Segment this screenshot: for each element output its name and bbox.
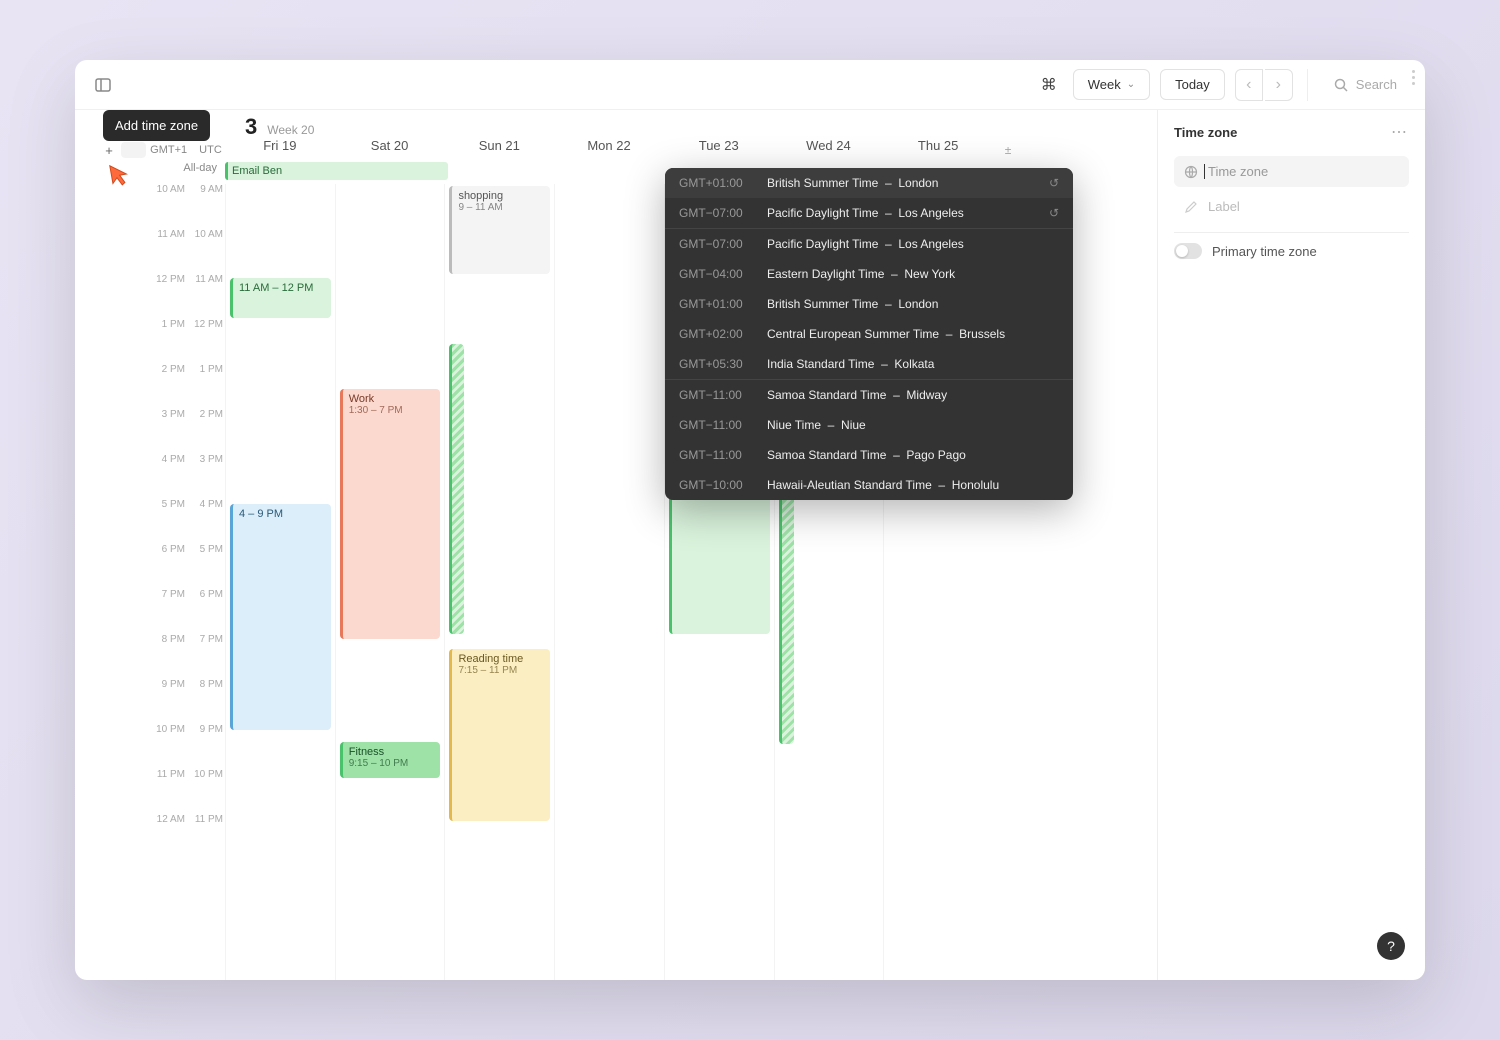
timezone-option[interactable]: GMT+01:00British Summer Time – London↺ bbox=[665, 168, 1073, 198]
app-window: ⌘ Week ⌄ Today ‹ › Search 3 Week 20 Add bbox=[75, 60, 1425, 980]
chevron-down-icon: ⌄ bbox=[1127, 79, 1135, 90]
tz-col-2[interactable]: UTC bbox=[199, 144, 222, 156]
time-label: 10 AM bbox=[145, 184, 185, 195]
tz-new-pill[interactable] bbox=[121, 142, 146, 158]
event[interactable]: 4 – 9 PM bbox=[230, 504, 331, 730]
day-header[interactable]: Wed 24 bbox=[774, 138, 884, 162]
date-week: Week 20 bbox=[267, 123, 314, 137]
time-label: 9 PM bbox=[187, 724, 223, 735]
time-label: 12 AM bbox=[145, 814, 185, 825]
window-dots-icon bbox=[1412, 70, 1415, 85]
allday-event[interactable]: Email Ben bbox=[225, 162, 448, 180]
timezone-dropdown: GMT+01:00British Summer Time – London↺GM… bbox=[665, 168, 1073, 500]
time-label: 2 PM bbox=[145, 364, 185, 375]
allday-label: All-day bbox=[75, 162, 225, 182]
command-icon[interactable]: ⌘ bbox=[1035, 69, 1063, 101]
timezone-option[interactable]: GMT−10:00Hawaii-Aleutian Standard Time –… bbox=[665, 470, 1073, 500]
sidebar-toggle-button[interactable] bbox=[91, 73, 115, 97]
day-col-sat[interactable]: Work1:30 – 7 PM Fitness9:15 – 10 PM bbox=[335, 184, 445, 980]
time-label: 5 PM bbox=[145, 499, 185, 510]
day-header[interactable]: Mon 22 bbox=[554, 138, 664, 162]
date-day: 3 bbox=[245, 114, 257, 140]
day-col-sun[interactable]: shopping9 – 11 AM Reading time7:15 – 11 … bbox=[444, 184, 554, 980]
tz-controls: + GMT+1 UTC bbox=[75, 138, 225, 162]
next-button[interactable]: › bbox=[1265, 69, 1293, 101]
event[interactable]: Work1:30 – 7 PM bbox=[340, 389, 441, 639]
timezone-option[interactable]: GMT−11:00Samoa Standard Time – Midway bbox=[665, 380, 1073, 410]
event[interactable]: Reading time7:15 – 11 PM bbox=[449, 649, 550, 821]
event[interactable]: 11 AM – 12 PM bbox=[230, 278, 331, 318]
event-striped[interactable] bbox=[449, 344, 464, 634]
time-label: 5 PM bbox=[187, 544, 223, 555]
time-label: 10 PM bbox=[145, 724, 185, 735]
timezone-option[interactable]: GMT+05:30India Standard Time – Kolkata bbox=[665, 349, 1073, 379]
view-label: Week bbox=[1088, 77, 1121, 92]
day-col-fri[interactable]: 11 AM – 12 PM 4 – 9 PM bbox=[225, 184, 335, 980]
day-header[interactable]: Fri 19 bbox=[225, 138, 335, 162]
prev-button[interactable]: ‹ bbox=[1235, 69, 1263, 101]
tz-col-1[interactable]: GMT+1 bbox=[150, 144, 187, 156]
timezone-option[interactable]: GMT−07:00Pacific Daylight Time – Los Ang… bbox=[665, 229, 1073, 259]
add-timezone-tooltip: Add time zone bbox=[103, 110, 210, 141]
side-panel: Time zone ⋯ Time zone Label Primary time… bbox=[1157, 110, 1425, 980]
time-label: 9 PM bbox=[145, 679, 185, 690]
time-label: 1 PM bbox=[145, 319, 185, 330]
primary-tz-toggle[interactable]: Primary time zone bbox=[1174, 243, 1409, 259]
panel-more-button[interactable]: ⋯ bbox=[1391, 122, 1409, 142]
time-label: 11 PM bbox=[187, 814, 223, 825]
timezone-option[interactable]: GMT−04:00Eastern Daylight Time – New Yor… bbox=[665, 259, 1073, 289]
event[interactable]: shopping9 – 11 AM bbox=[449, 186, 550, 274]
time-label: 6 PM bbox=[145, 544, 185, 555]
columns-header: + GMT+1 UTC Fri 19Sat 20Sun 21Mon 22Tue … bbox=[75, 138, 1023, 162]
timezone-option[interactable]: GMT−11:00Niue Time – Niue bbox=[665, 410, 1073, 440]
time-label: 1 PM bbox=[187, 364, 223, 375]
day-header[interactable]: Thu 25 bbox=[883, 138, 993, 162]
panel-title: Time zone bbox=[1174, 125, 1237, 140]
time-label: 8 PM bbox=[145, 634, 185, 645]
time-label: 6 PM bbox=[187, 589, 223, 600]
day-col-mon[interactable] bbox=[554, 184, 664, 980]
day-header[interactable]: Tue 23 bbox=[664, 138, 774, 162]
time-label: 12 PM bbox=[145, 274, 185, 285]
time-label: 11 PM bbox=[145, 769, 185, 780]
time-label: 4 PM bbox=[145, 454, 185, 465]
divider bbox=[1174, 232, 1409, 233]
toolbar: ⌘ Week ⌄ Today ‹ › Search bbox=[75, 60, 1425, 110]
time-label: 10 PM bbox=[187, 769, 223, 780]
timezone-option[interactable]: GMT+01:00British Summer Time – London bbox=[665, 289, 1073, 319]
time-label: 3 PM bbox=[145, 409, 185, 420]
time-label: 10 AM bbox=[187, 229, 223, 240]
time-label: 2 PM bbox=[187, 409, 223, 420]
nav-arrows: ‹ › bbox=[1235, 69, 1293, 101]
search-input[interactable]: Search bbox=[1322, 71, 1409, 98]
timezone-option[interactable]: GMT−07:00Pacific Daylight Time – Los Ang… bbox=[665, 198, 1073, 228]
timezone-option[interactable]: GMT+02:00Central European Summer Time – … bbox=[665, 319, 1073, 349]
divider bbox=[1307, 69, 1308, 101]
time-label: 9 AM bbox=[187, 184, 223, 195]
align-icon[interactable]: ± bbox=[993, 138, 1023, 162]
time-label: 11 AM bbox=[187, 274, 223, 285]
label-input[interactable]: Label bbox=[1174, 191, 1409, 222]
time-label: 4 PM bbox=[187, 499, 223, 510]
view-dropdown[interactable]: Week ⌄ bbox=[1073, 69, 1150, 100]
time-label: 7 PM bbox=[187, 634, 223, 645]
event[interactable]: Fitness9:15 – 10 PM bbox=[340, 742, 441, 778]
toggle-switch[interactable] bbox=[1174, 243, 1202, 259]
time-label: 11 AM bbox=[145, 229, 185, 240]
time-label: 7 PM bbox=[145, 589, 185, 600]
help-button[interactable]: ? bbox=[1377, 932, 1405, 960]
time-label: 3 PM bbox=[187, 454, 223, 465]
today-button[interactable]: Today bbox=[1160, 69, 1225, 100]
time-label: 12 PM bbox=[187, 319, 223, 330]
day-header[interactable]: Sun 21 bbox=[444, 138, 554, 162]
timezone-input[interactable]: Time zone bbox=[1174, 156, 1409, 187]
add-tz-button[interactable]: + bbox=[101, 142, 117, 158]
event-striped[interactable] bbox=[779, 484, 794, 744]
time-label: 8 PM bbox=[187, 679, 223, 690]
day-header[interactable]: Sat 20 bbox=[335, 138, 445, 162]
timezone-option[interactable]: GMT−11:00Samoa Standard Time – Pago Pago bbox=[665, 440, 1073, 470]
